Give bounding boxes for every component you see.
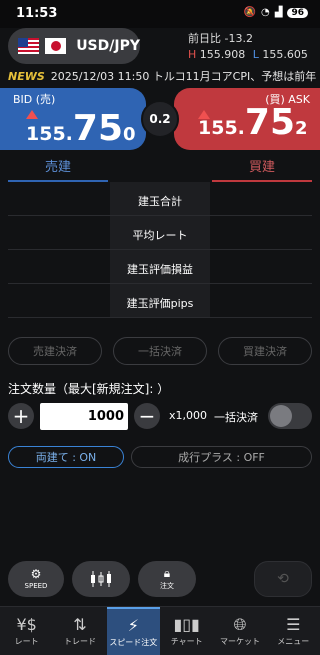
battery-icon: 96 [287, 7, 308, 18]
bid-sell-button[interactable]: BID (売) 155. 75 0 [0, 88, 146, 150]
status-icons: 🔕 ◔ ▟ 96 [244, 7, 308, 18]
nav-trade[interactable]: ⇅ トレード [53, 607, 106, 655]
chart-toggle-button[interactable] [72, 561, 130, 597]
increase-quantity-button[interactable]: + [8, 403, 34, 429]
signal-icon: ▟ [274, 7, 283, 18]
order-lock-button[interactable]: 🔒︎ 注文 [138, 561, 196, 597]
spread-badge: 0.2 [141, 100, 179, 138]
jp-flag-icon [45, 38, 67, 54]
rotate-screen-button[interactable]: ⟲ [254, 561, 312, 597]
trade-icon: ⇅ [73, 614, 87, 634]
row-unrealized-pl: 建玉評価損益 [127, 263, 193, 276]
quantity-input[interactable]: 1000 [40, 403, 128, 430]
row-average-rate: 平均レート [132, 229, 188, 242]
mute-icon: 🔕 [243, 7, 257, 18]
chart-icon: ▮▯▮ [173, 614, 200, 634]
row-unrealized-pips: 建玉評価pips [126, 297, 194, 310]
gear-icon: ⚙ [30, 567, 42, 581]
currency-pair-button[interactable]: USD/JPY [8, 28, 140, 64]
nav-market[interactable]: 🌐︎ マーケット [213, 607, 266, 655]
position-summary: 建玉合計 平均レート 建玉評価損益 建玉評価pips [110, 182, 210, 318]
market-icon: 🌐︎ [233, 614, 247, 634]
order-quantity-label: 注文数量（最大[新規注文]: ） [8, 382, 170, 396]
speed-settings-button[interactable]: ⚙ SPEED [8, 561, 64, 597]
position-tabs: 売建 買建 [8, 156, 312, 182]
rate-icon: ¥$ [16, 614, 37, 634]
divider [8, 317, 312, 318]
bid-price: 155. 75 0 [26, 108, 136, 149]
buy-settle-button[interactable]: 買建決済 [218, 337, 312, 365]
nav-rate[interactable]: ¥$ レート [0, 607, 53, 655]
high-low: H 155.908 L 155.605 [188, 48, 308, 61]
market-plus-off-button[interactable]: 成行プラス : OFF [131, 446, 312, 468]
hedge-on-button[interactable]: 両建て : ON [8, 446, 124, 468]
news-tag: NEWS [8, 70, 45, 83]
speed-order-icon: ⚡ [127, 615, 139, 635]
divider [8, 283, 312, 284]
news-ticker[interactable]: NEWS 2025/12/03 11:50 トルコ11月コアCPI、予想は前年 [0, 68, 320, 86]
quantity-multiplier: x1,000 [169, 409, 208, 422]
candlestick-icon [91, 571, 111, 587]
toggle-knob [270, 405, 292, 427]
ask-price: 155. 75 2 [198, 102, 308, 143]
currency-pair-name: USD/JPY [76, 38, 140, 54]
nav-menu[interactable]: ☰ メニュー [267, 607, 320, 655]
ask-buy-button[interactable]: (買) ASK 155. 75 2 [174, 88, 320, 150]
row-total-positions: 建玉合計 [138, 195, 182, 208]
sell-position-header: 売建 [8, 156, 108, 182]
divider [8, 215, 312, 216]
buy-position-header: 買建 [212, 156, 312, 182]
lock-icon: 🔒︎ [163, 566, 171, 580]
rotate-icon: ⟲ [277, 571, 289, 587]
menu-icon: ☰ [286, 614, 301, 634]
news-text: 2025/12/03 11:50 トルコ11月コアCPI、予想は前年 [50, 70, 317, 83]
wifi-icon: ◔ [261, 7, 270, 18]
nav-chart[interactable]: ▮▯▮ チャート [160, 607, 213, 655]
bulk-settle-button[interactable]: 一括決済 [113, 337, 207, 365]
sell-settle-button[interactable]: 売建決済 [8, 337, 102, 365]
status-bar: 11:53 🔕 ◔ ▟ 96 [0, 0, 320, 28]
nav-speed-order[interactable]: ⚡ スピード注文 [106, 607, 160, 655]
bulk-settle-toggle-label: 一括決済 [214, 411, 258, 424]
decrease-quantity-button[interactable]: − [134, 403, 160, 429]
us-flag-icon [18, 38, 40, 54]
status-time: 11:53 [16, 6, 58, 21]
bottom-navigation: ¥$ レート ⇅ トレード ⚡ スピード注文 ▮▯▮ チャート 🌐︎ マーケット… [0, 606, 320, 655]
daily-change: 前日比 -13.2 [188, 32, 253, 45]
divider [8, 249, 312, 250]
